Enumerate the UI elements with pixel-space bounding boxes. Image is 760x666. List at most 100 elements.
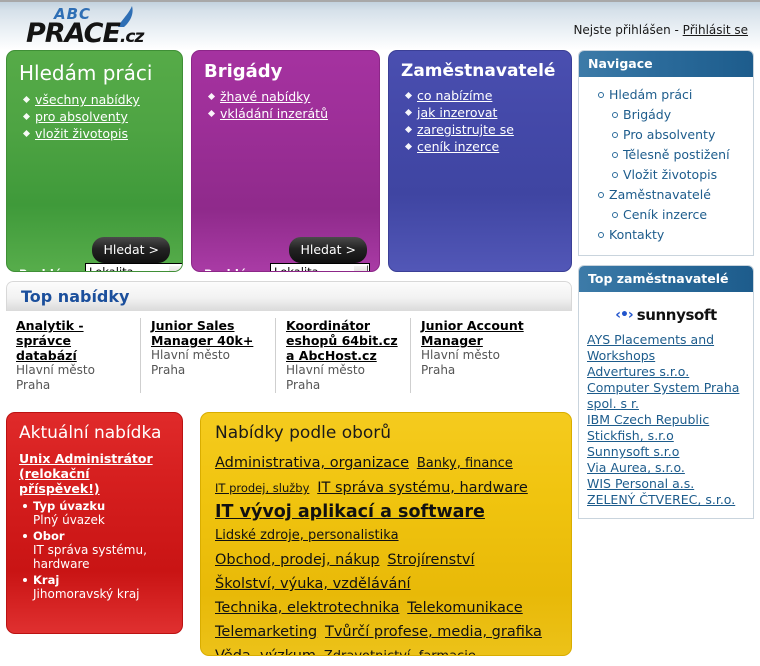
list-item: ZELENÝ ČTVEREC, s.r.o.	[587, 492, 747, 508]
employer-link[interactable]: WIS Personal a.s.	[587, 476, 694, 491]
category-link[interactable]: Telekomunikace	[407, 600, 522, 616]
sidebar-item-zamestnavatele[interactable]: Zaměstnavatelé	[585, 185, 747, 205]
employer-link[interactable]: Stickfish, s.r.o	[587, 428, 674, 443]
top-employers-body: ‹•› sunnysoft AYS Placements and Workshop…	[579, 292, 753, 518]
top-offer-item: Koordinátor eshopů 64bit.cz a AbcHost.cz…	[276, 318, 411, 393]
link-for-graduates[interactable]: pro absolventy	[35, 109, 128, 124]
top-offer-item: Analytik - správce databází Hlavní město…	[6, 318, 141, 393]
link-hot-offers[interactable]: žhavé nabídky	[220, 89, 310, 104]
category-link[interactable]: Strojírenství	[387, 552, 474, 568]
login-status-text: Nejste přihlášen -	[573, 23, 683, 37]
employer-link[interactable]: IBM Czech Republic	[587, 412, 709, 427]
category-link[interactable]: Administrativa, organizace	[215, 455, 409, 471]
employer-link[interactable]: Via Aurea, s.r.o.	[587, 460, 685, 475]
top-offer-title[interactable]: Junior Sales Manager 40k+	[151, 318, 266, 348]
link-how-to-advertise[interactable]: jak inzerovat	[417, 105, 497, 120]
promo-green-title: Hledám práci	[19, 61, 153, 85]
sidebar-link[interactable]: Brigády	[623, 107, 671, 122]
category-link[interactable]: IT správa systému, hardware	[317, 480, 528, 496]
link-register[interactable]: zaregistrujte se	[417, 122, 514, 137]
category-link[interactable]: IT vývoj aplikací a software	[215, 502, 485, 522]
sidebar-item-pro-absolventy[interactable]: Pro absolventy	[585, 125, 747, 145]
category-link[interactable]: Tvůrčí profese, media, grafika	[325, 624, 542, 640]
select-locality-purple[interactable]: Lokalita	[270, 263, 370, 271]
sidebar-link[interactable]: Zaměstnavatelé	[609, 187, 711, 202]
link-all-offers[interactable]: všechny nabídky	[35, 92, 140, 107]
sidebar-item-cenik-inzerce[interactable]: Ceník inzerce	[585, 205, 747, 225]
login-link[interactable]: Přihlásit se	[683, 23, 748, 37]
top-employers-title: Top zaměstnavatelé	[579, 266, 753, 292]
categories-box: Nabídky podle oborů Administrativa, orga…	[200, 412, 572, 656]
select-locality-green[interactable]: Lokalita	[85, 263, 182, 272]
categories-title: Nabídky podle oborů	[215, 423, 392, 443]
top-offer-title[interactable]: Junior Account Manager	[421, 318, 537, 348]
category-link[interactable]: Školství, výuka, vzdělávání	[215, 576, 411, 592]
search-button-green[interactable]: Hledat >	[92, 237, 170, 263]
list-item: Sunnysoft s.r.o	[587, 444, 747, 460]
current-offer-fields: Typ úvazku Plný úvazek Obor IT správa sy…	[19, 499, 170, 601]
sidebar-link[interactable]: Ceník inzerce	[623, 207, 707, 222]
field-value: Jihomoravský kraj	[33, 587, 140, 601]
site-logo[interactable]: ABC PRACE.cz	[12, 4, 202, 50]
list-item: Kraj Jihomoravský kraj	[23, 573, 170, 601]
select-locality-green-value: Lokalita	[89, 265, 134, 272]
sidebar-item-brigady[interactable]: Brigády	[585, 105, 747, 125]
current-offer-job-link[interactable]: Unix Administrátor (relokační příspěvek!…	[19, 451, 170, 496]
top-offers-list: Analytik - správce databází Hlavní město…	[6, 311, 572, 403]
top-offer-title[interactable]: Analytik - správce databází	[16, 318, 131, 363]
sidebar-item-telesne-postizeni[interactable]: Tělesně postižení	[585, 145, 747, 165]
top-offer-item: Junior Account Manager Hlavní město Prah…	[411, 318, 546, 393]
list-item: pro absolventy	[35, 109, 170, 125]
employer-link[interactable]: Advertures s.r.o.	[587, 364, 689, 379]
category-link[interactable]: Telemarketing	[215, 624, 317, 640]
employer-link[interactable]: Computer System Praha spol. s r.	[587, 380, 739, 411]
sidebar-link[interactable]: Tělesně postižení	[623, 147, 730, 162]
link-price-list[interactable]: ceník inzerce	[417, 139, 499, 154]
category-link[interactable]: Banky, finance	[417, 456, 513, 471]
list-item: vložit životopis	[35, 126, 170, 142]
employer-link[interactable]: AYS Placements and Workshops	[587, 332, 714, 363]
category-link[interactable]: Lidské zdroje, personalistika	[215, 528, 399, 543]
current-offer-title: Aktuální nabídka	[19, 423, 162, 443]
field-key: Obor	[33, 529, 65, 543]
link-insert-cv[interactable]: vložit životopis	[35, 126, 128, 141]
promo-blue-title: Zaměstnavatelé	[401, 61, 556, 81]
list-item: jak inzerovat	[417, 105, 559, 121]
sidebar-link[interactable]: Pro absolventy	[623, 127, 715, 142]
list-item: Advertures s.r.o.	[587, 364, 747, 380]
list-item: IBM Czech Republic	[587, 412, 747, 428]
list-item: Stickfish, s.r.o	[587, 428, 747, 444]
current-offer-box: Aktuální nabídka Unix Administrátor (rel…	[6, 412, 183, 634]
sidebar-item-kontakty[interactable]: Kontakty	[585, 225, 747, 245]
link-insert-ads[interactable]: vkládání inzerátů	[220, 106, 328, 121]
sidebar-link[interactable]: Hledám práci	[609, 87, 692, 102]
link-what-we-offer[interactable]: co nabízíme	[417, 88, 492, 103]
featured-employer-logo[interactable]: ‹•› sunnysoft	[585, 300, 747, 332]
list-item: zaregistrujte se	[417, 122, 559, 138]
field-key: Kraj	[33, 573, 60, 587]
top-employers-panel: Top zaměstnavatelé ‹•› sunnysoft AYS Plac…	[578, 265, 754, 519]
category-link[interactable]: Technika, elektrotechnika	[215, 600, 399, 616]
sidebar-item-hledam-praci[interactable]: Hledám práci	[585, 85, 747, 105]
sidebar-link[interactable]: Vložit životopis	[623, 167, 717, 182]
category-link[interactable]: IT prodej, služby	[215, 481, 309, 495]
sidebar: Navigace Hledám práci Brigády Pro absolv…	[578, 50, 754, 528]
promo-boxes-row: Hledám práci všechny nabídky pro absolve…	[6, 50, 572, 272]
search-button-purple[interactable]: Hledat >	[289, 237, 367, 263]
employer-link[interactable]: ZELENÝ ČTVEREC, s.r.o.	[587, 492, 735, 507]
category-link[interactable]: Zdravotnictví, farmacie	[324, 649, 476, 655]
top-offer-location: Hlavní město Praha	[151, 348, 230, 377]
sidebar-item-vlozit-zivotopis[interactable]: Vložit životopis	[585, 165, 747, 185]
top-offer-title[interactable]: Koordinátor eshopů 64bit.cz a AbcHost.cz	[286, 318, 401, 363]
chevron-down-icon[interactable]	[168, 265, 182, 271]
quick-search-label-purple: Rychlé hledání	[204, 267, 266, 271]
list-item: AYS Placements and Workshops	[587, 332, 747, 364]
category-link[interactable]: Věda, výzkum	[215, 648, 316, 655]
chevron-down-icon[interactable]	[353, 265, 368, 271]
sidebar-link[interactable]: Kontakty	[609, 227, 664, 242]
top-offer-location: Hlavní město Praha	[421, 348, 500, 377]
list-item: WIS Personal a.s.	[587, 476, 747, 492]
navigation-list: Hledám práci Brigády Pro absolventy Těle…	[585, 85, 747, 245]
employer-link[interactable]: Sunnysoft s.r.o	[587, 444, 679, 459]
category-link[interactable]: Obchod, prodej, nákup	[215, 552, 380, 568]
